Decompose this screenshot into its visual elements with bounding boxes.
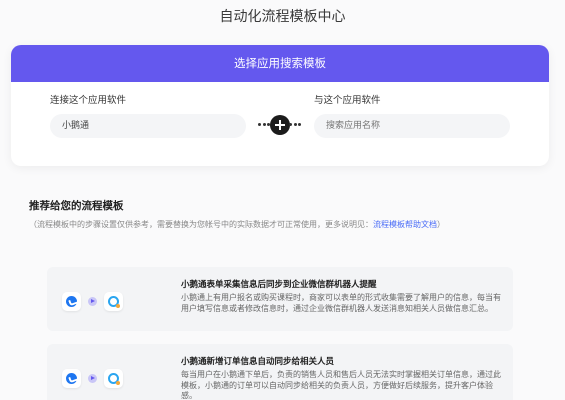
plus-icon	[270, 115, 290, 135]
wecom-icon	[104, 369, 123, 388]
page-title: 自动化流程模板中心	[219, 9, 346, 25]
template-desc: 每当用户在小鹅通下单后，负责的销售人员和售后人员无法实时掌握相关订单信息，通过此…	[181, 370, 501, 400]
template-card[interactable]: 小鹅通表单采集信息后同步到企业微信群机器人提醒 小鹅通上有用户报名或购买课程时，…	[47, 267, 513, 331]
connect-apps-connector	[258, 114, 304, 136]
app-picker-card: 选择应用搜索模板 连接这个应用软件 与这个应用软件	[11, 45, 549, 166]
recommend-section-desc: （流程模板中的步骤设置仅供参考，需要替换为您帐号中的实际数据才可正常使用，更多说…	[29, 219, 445, 230]
xiaoetong-icon	[62, 292, 81, 311]
template-title: 小鹅通新增订单信息自动同步给相关人员	[181, 357, 335, 367]
template-desc: 小鹅通上有用户报名或购买课程时，商家可以表单的形式收集需要了解用户的信息，每当有…	[181, 293, 501, 313]
template-card[interactable]: 小鹅通新增订单信息自动同步给相关人员 每当用户在小鹅通下单后，负责的销售人员和售…	[47, 344, 513, 400]
ellipsis-icon	[289, 123, 303, 126]
arrow-right-icon	[88, 374, 97, 383]
recommend-desc-end: ）	[437, 220, 445, 229]
recommend-desc-text: （流程模板中的步骤设置仅供参考，需要替换为您帐号中的实际数据才可正常使用，更多说…	[29, 220, 373, 229]
source-app-input[interactable]	[50, 114, 246, 138]
source-app-label: 连接这个应用软件	[50, 95, 127, 106]
target-app-label: 与这个应用软件	[314, 95, 381, 106]
template-title: 小鹅通表单采集信息后同步到企业微信群机器人提醒	[181, 280, 377, 290]
arrow-right-icon	[88, 297, 97, 306]
help-doc-link[interactable]: 流程模板帮助文档	[373, 220, 437, 229]
xiaoetong-icon	[62, 369, 81, 388]
target-app-search-input[interactable]	[314, 114, 510, 138]
recommend-section-title: 推荐给您的流程模板	[29, 200, 124, 212]
wecom-icon	[104, 292, 123, 311]
picker-header: 选择应用搜索模板	[11, 45, 549, 82]
